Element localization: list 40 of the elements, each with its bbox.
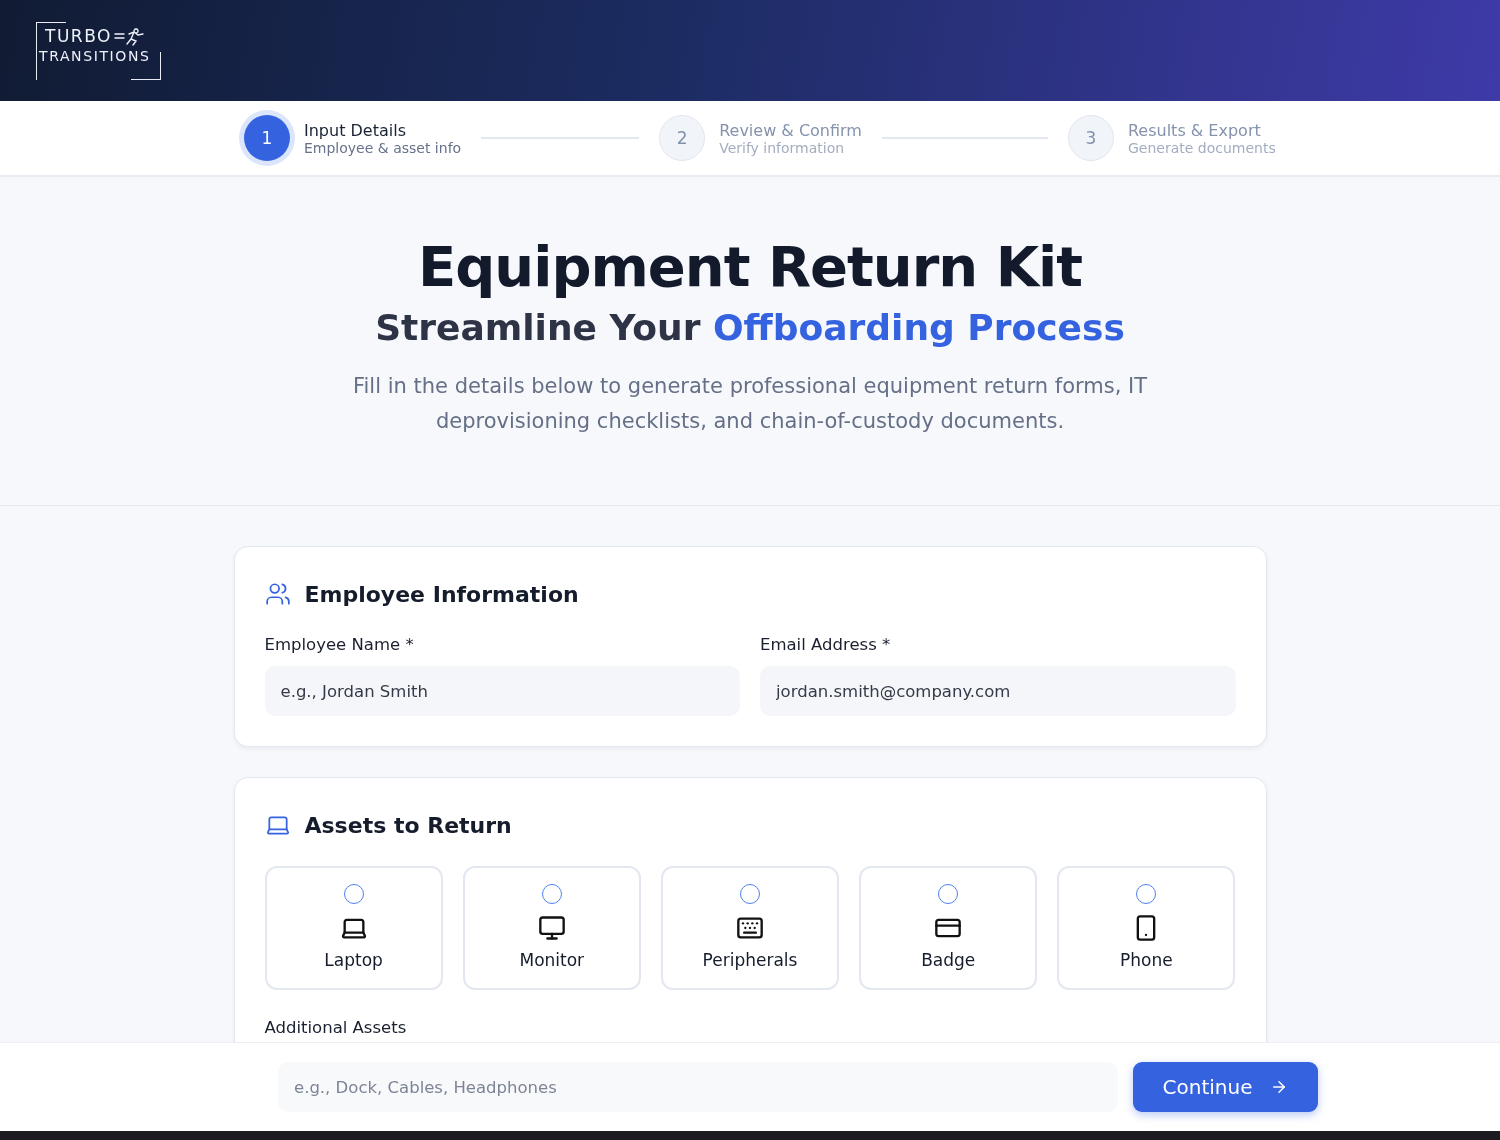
- radio-circle[interactable]: [740, 884, 760, 904]
- asset-option[interactable]: Peripherals: [660, 866, 840, 990]
- input-field[interactable]: jordan.smith@company.com: [760, 666, 1236, 716]
- step-title: Review & Confirm: [719, 120, 862, 140]
- input-field[interactable]: e.g., Jordan Smith: [264, 666, 740, 716]
- step-subtitle: Employee & asset info: [304, 139, 462, 156]
- asset-label: Badge: [921, 950, 976, 970]
- logo-text: TURBO: [45, 26, 161, 46]
- step-title: Input Details: [304, 120, 407, 140]
- step[interactable]: 1 Input Details Employee & asset info: [244, 115, 462, 161]
- step-number: 2: [659, 115, 706, 161]
- field-label: Email Address *: [760, 635, 892, 654]
- asset-label: Monitor: [519, 950, 585, 970]
- asset-label: Phone: [1120, 950, 1173, 970]
- field-label: Additional Assets: [264, 1018, 407, 1037]
- radio-circle[interactable]: [938, 884, 959, 904]
- monitor-icon: [537, 914, 566, 942]
- radio-circle[interactable]: [1136, 884, 1157, 904]
- asset-option[interactable]: Phone: [1057, 866, 1236, 990]
- asset-option[interactable]: Laptop: [264, 866, 443, 990]
- radio-circle[interactable]: [541, 884, 562, 904]
- step-number: 3: [1067, 115, 1114, 161]
- page-subtitle: Streamline Your Offboarding Process: [375, 306, 1125, 350]
- field-label: Employee Name *: [264, 635, 415, 654]
- asset-label: Peripherals: [702, 950, 798, 970]
- step-subtitle: Verify information: [719, 139, 846, 156]
- page-description: Fill in the details below to generate professional equipment return forms, IT deprovisioning checklists, and chain-of-custody documents.: [351, 373, 1149, 435]
- card-title: Assets to Return: [304, 812, 512, 838]
- asset-option[interactable]: Monitor: [462, 866, 641, 990]
- page-title: Equipment Return Kit: [418, 233, 1082, 301]
- card-title: Employee Information: [304, 581, 579, 607]
- input-field[interactable]: e.g., Dock, Cables, Headphones: [278, 1062, 1118, 1112]
- logo-text: TRANSITIONS: [39, 47, 152, 66]
- continue-button[interactable]: Continue: [1133, 1062, 1318, 1112]
- asset-label: Laptop: [324, 950, 383, 970]
- users-icon: [264, 581, 291, 607]
- step-subtitle: Generate documents: [1127, 139, 1276, 156]
- radio-circle[interactable]: [343, 884, 364, 904]
- step-title: Results & Export: [1127, 120, 1262, 140]
- asset-option[interactable]: Badge: [859, 866, 1038, 990]
